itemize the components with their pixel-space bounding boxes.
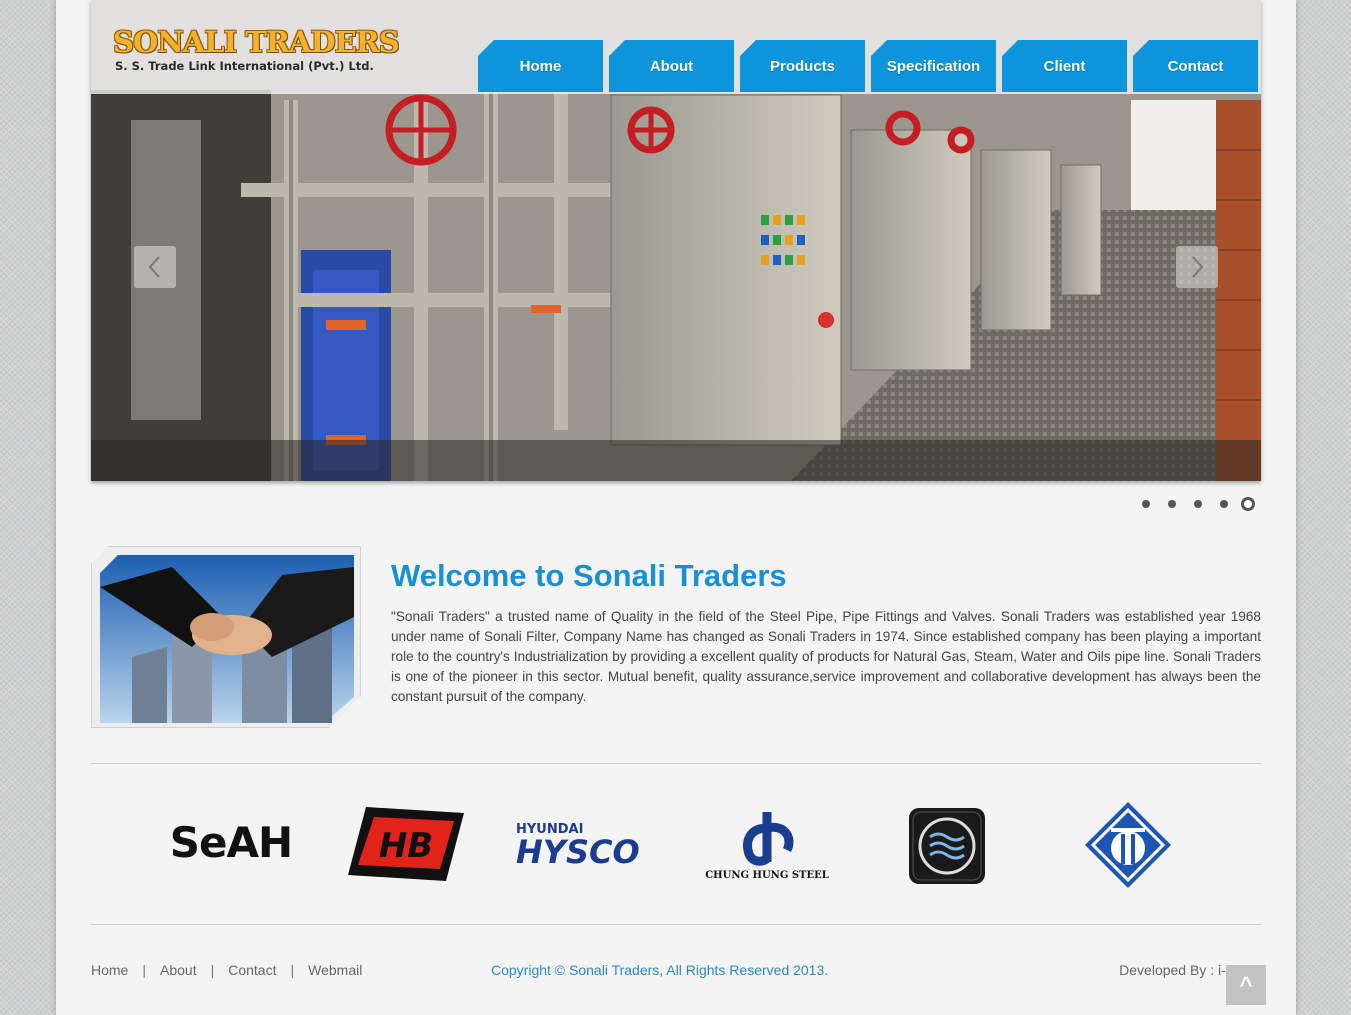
chevron-right-icon	[1192, 256, 1204, 278]
handshake-image	[100, 555, 354, 723]
slider-dot-1[interactable]	[1142, 500, 1150, 508]
slider-dot-2[interactable]	[1168, 500, 1176, 508]
nav-client[interactable]: Client	[1002, 40, 1127, 92]
nav-about[interactable]: About	[609, 40, 734, 92]
footer-link-about[interactable]: About	[160, 962, 197, 978]
diamond-logo-icon	[1085, 802, 1171, 888]
footer-link-webmail[interactable]: Webmail	[308, 962, 362, 978]
footer-link-contact[interactable]: Contact	[228, 962, 276, 978]
client-logo-diamond[interactable]	[1083, 800, 1173, 890]
client-logo-wave[interactable]	[908, 807, 986, 885]
slider-dot-3[interactable]	[1194, 500, 1202, 508]
slider-prev-button[interactable]	[134, 246, 176, 288]
footer-nav: Home | About | Contact | Webmail	[91, 962, 362, 978]
hysco-main-text: HYSCO	[516, 832, 640, 871]
slider-next-button[interactable]	[1176, 246, 1218, 288]
back-to-top-button[interactable]: ^	[1226, 965, 1266, 1005]
chevron-left-icon	[148, 256, 160, 278]
logo-title: SONALI TRADERS	[113, 25, 400, 59]
divider	[91, 924, 1261, 925]
seah-logo-text: SeAH	[169, 817, 293, 867]
copyright-text: Copyright © Sonali Traders, All Rights R…	[491, 962, 829, 978]
slider-dot-4[interactable]	[1220, 500, 1228, 508]
logo[interactable]: SONALI TRADERS S. S. Trade Link Internat…	[113, 25, 400, 74]
footer-separator: |	[290, 962, 295, 978]
hb-logo-text: HB	[379, 826, 433, 866]
nav-specification[interactable]: Specification	[871, 40, 996, 92]
nav-contact[interactable]: Contact	[1133, 40, 1258, 92]
divider	[91, 763, 1261, 764]
page-container: SONALI TRADERS S. S. Trade Link Internat…	[56, 0, 1296, 1015]
welcome-image	[91, 546, 361, 728]
nav-products[interactable]: Products	[740, 40, 865, 92]
hb-logo: HB	[348, 807, 464, 881]
footer-separator: |	[142, 962, 146, 978]
footer-link-home[interactable]: Home	[91, 962, 128, 978]
client-logo-hysco[interactable]: HYUNDAI HYSCO	[516, 820, 656, 870]
slider-dot-5[interactable]	[1241, 497, 1255, 511]
footer-separator: |	[210, 962, 215, 978]
client-logo-chung-hung[interactable]: CHUNG HUNG STEEL	[702, 803, 832, 885]
welcome-text: "Sonali Traders" a trusted name of Quali…	[391, 609, 1261, 704]
client-logo-seah[interactable]: SeAH	[156, 812, 306, 872]
welcome-title: Welcome to Sonali Traders	[391, 558, 787, 593]
chung-hung-text: CHUNG HUNG STEEL	[705, 869, 829, 881]
client-logo-hb[interactable]: HB	[346, 805, 468, 885]
nav-home[interactable]: Home	[478, 40, 603, 92]
hero-slider: SONALI TRADERS S. S. Trade Link Internat…	[91, 0, 1261, 481]
wave-logo-icon	[909, 808, 985, 884]
chung-hung-mark	[743, 811, 794, 866]
logo-subtitle: S. S. Trade Link International (Pvt.) Lt…	[115, 59, 374, 73]
